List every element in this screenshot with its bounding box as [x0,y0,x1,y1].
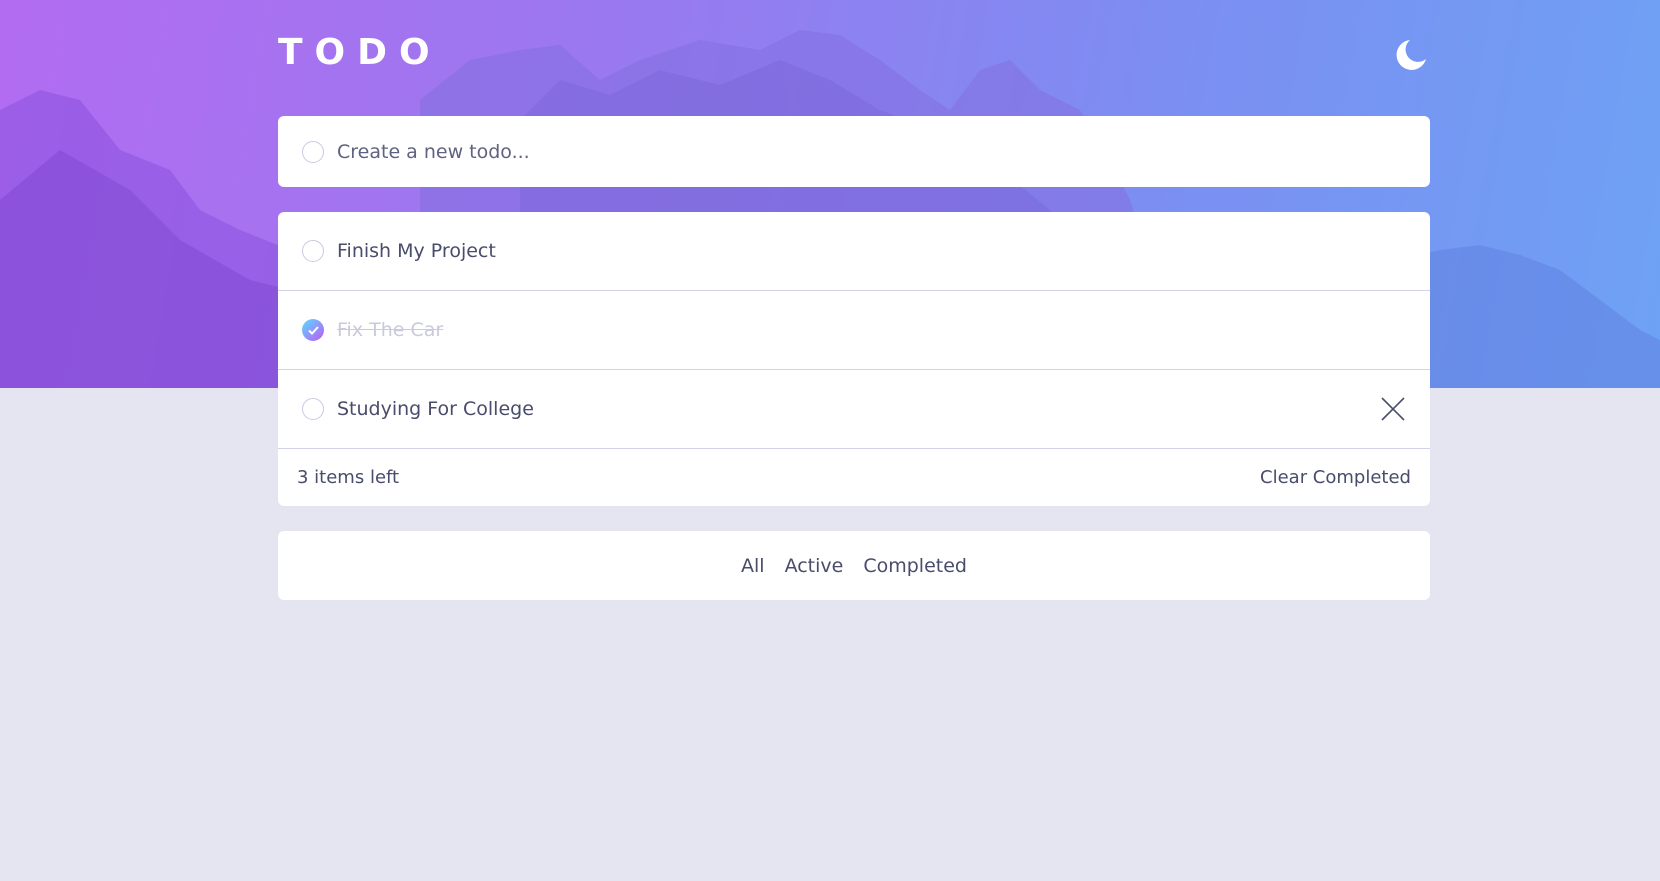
todo-item[interactable]: Fix The Car [278,291,1430,370]
moon-icon[interactable] [1394,38,1428,72]
new-todo-input[interactable] [337,140,1237,163]
new-todo-checkbox[interactable] [302,140,324,163]
close-icon[interactable] [1380,396,1406,422]
todo-text: Finish My Project [337,240,496,262]
clear-completed-button[interactable]: Clear Completed [1260,467,1411,488]
app-title: TODO [278,31,442,73]
filter-all-button[interactable]: All [741,555,765,577]
todo-checkbox-checked[interactable] [302,319,324,341]
todo-item[interactable]: Studying For College [278,370,1430,449]
todo-text: Studying For College [337,398,534,420]
filter-bar: All Active Completed [278,531,1430,600]
app-header: TODO [278,0,1430,116]
todo-text: Fix The Car [337,319,444,341]
list-footer: 3 items left Clear Completed [278,449,1430,506]
filter-active-button[interactable]: Active [785,555,844,577]
todo-item[interactable]: Finish My Project [278,212,1430,291]
todo-checkbox[interactable] [302,240,324,262]
new-todo-bar [278,116,1430,187]
check-icon [307,325,319,335]
todo-app: TODO Finish My Project Fix The Car Study… [278,0,1430,600]
filter-completed-button[interactable]: Completed [863,555,967,577]
items-left-count: 3 items left [297,467,400,488]
todo-checkbox[interactable] [302,398,324,420]
todo-list: Finish My Project Fix The Car Studying F… [278,212,1430,506]
